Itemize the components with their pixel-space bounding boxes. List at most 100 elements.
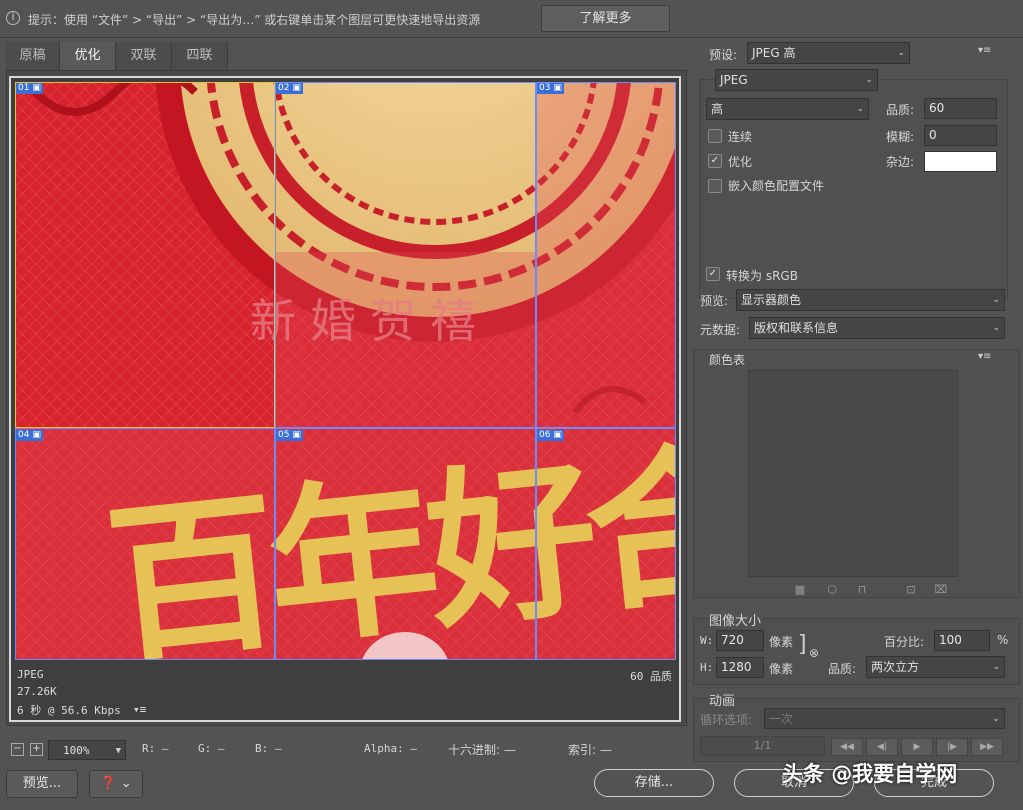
slice-box-06[interactable]	[536, 428, 676, 660]
preset-menu-icon[interactable]: ▾≡	[978, 45, 991, 56]
chevron-down-icon: ⌄	[992, 662, 1000, 672]
resample-select[interactable]: 两次立方 ⌄	[866, 656, 1005, 678]
chain-icon[interactable]: ⊗	[809, 646, 819, 660]
matte-color-swatch[interactable]	[924, 151, 997, 172]
percent-unit: %	[997, 633, 1009, 647]
status-menu-icon[interactable]: ▾≡	[133, 703, 146, 716]
tab-optimized[interactable]: 优化	[60, 42, 116, 70]
srgb-checkbox[interactable]: ✓	[706, 267, 720, 281]
help-icon: ❓	[100, 776, 117, 791]
loop-label: 循环选项:	[700, 713, 753, 727]
watermark-text: 头条 @我要自学网	[782, 762, 958, 786]
progressive-label: 连续	[728, 130, 753, 144]
chevron-down-icon: ⌄	[120, 776, 132, 791]
preset-select[interactable]: JPEG 高 ⌄	[747, 42, 910, 64]
last-frame-icon[interactable]: ▶▶	[971, 738, 1003, 756]
blur-input[interactable]: 0	[924, 125, 997, 146]
chevron-down-icon: ⌄	[992, 714, 1000, 724]
chevron-down-icon: ⌄	[865, 75, 873, 85]
slice-label-01: 01 ▣	[16, 83, 43, 94]
slice-label-03: 03 ▣	[537, 83, 564, 94]
matte-label: 杂边:	[886, 155, 915, 169]
b-readout: B: —	[255, 742, 282, 755]
chevron-down-icon: ⌄	[992, 323, 1000, 333]
new-color-icon[interactable]: ⊡	[904, 583, 918, 597]
slice-label-02: 02 ▣	[276, 83, 303, 94]
web-shift-icon[interactable]: ⬡	[825, 583, 839, 597]
embed-profile-checkbox[interactable]	[708, 179, 722, 193]
index-readout: 索引: —	[568, 743, 612, 757]
preview-image[interactable]: 新婚贺禧 百年好合 01 ▣ 02 ▣ 03 ▣ 04 ▣ 05 ▣ 06 ▣	[15, 82, 676, 660]
quality-label: 品质:	[886, 103, 915, 117]
preview-mode-label: 预览:	[700, 294, 729, 308]
tab-original[interactable]: 原稿	[6, 42, 60, 70]
quality-input[interactable]: 60	[924, 98, 997, 119]
slice-label-05: 05 ▣	[276, 430, 303, 441]
chevron-down-icon: ⌄	[897, 48, 905, 58]
tip-bar: i 提示：使用 “文件” > “导出” > “导出为…” 或右键单击某个图层可更…	[0, 0, 1023, 38]
color-table-grid[interactable]	[748, 370, 958, 577]
progressive-checkbox[interactable]	[708, 129, 722, 143]
format-select[interactable]: JPEG ⌄	[715, 69, 878, 91]
next-frame-icon[interactable]: |▶	[936, 738, 968, 756]
height-input[interactable]: 1280	[716, 657, 764, 678]
loop-select[interactable]: 一次 ⌄	[764, 708, 1005, 729]
preview-button[interactable]: 预览...	[6, 770, 78, 798]
optimized-checkbox[interactable]: ✓	[708, 154, 722, 168]
optimized-label: 优化	[728, 155, 753, 169]
status-quality: 60 品质	[630, 670, 672, 683]
preset-label: 预设:	[709, 48, 738, 62]
srgb-label: 转换为 sRGB	[726, 269, 798, 283]
zoom-select[interactable]: 100% ▼	[48, 740, 126, 760]
preview-mode-select[interactable]: 显示器颜色 ⌄	[736, 289, 1005, 311]
info-bar: − + 100% ▼ R: — G: — B: — Alpha: — 十六进制: …	[0, 737, 690, 761]
info-icon: i	[6, 11, 20, 25]
browser-preview-button[interactable]: ❓ ⌄	[89, 770, 143, 798]
status-time: 6 秒 @ 56.6 Kbps	[17, 704, 121, 717]
status-format: JPEG	[17, 668, 44, 681]
tip-text: 提示：使用 “文件” > “导出” > “导出为…” 或右键单击某个图层可更快速…	[28, 13, 481, 27]
width-input[interactable]: 720	[716, 630, 764, 651]
settings-panel: 预设: JPEG 高 ⌄ ▾≡ JPEG ⌄ 高 ⌄ 品质: 60 连续 模糊: 0 …	[690, 38, 1023, 810]
lock-icon[interactable]: ⊓	[855, 583, 869, 597]
height-label: H:	[700, 661, 714, 674]
chevron-down-icon: ⌄	[856, 104, 864, 114]
metadata-label: 元数据:	[700, 323, 741, 337]
zoom-out-icon[interactable]: −	[11, 743, 24, 756]
width-unit: 像素	[769, 635, 794, 649]
slice-box-04[interactable]	[15, 428, 275, 660]
chevron-down-icon: ⌄	[992, 295, 1000, 305]
trash-icon[interactable]: ⌧	[934, 583, 948, 597]
save-button[interactable]: 存储...	[594, 769, 714, 797]
alpha-readout: Alpha: —	[364, 742, 417, 755]
hex-readout: 十六进制: —	[448, 743, 516, 757]
slice-box-03[interactable]	[536, 82, 676, 428]
percent-label: 百分比:	[884, 635, 925, 649]
status-size: 27.26K	[17, 685, 57, 698]
color-table-menu-icon[interactable]: ▾≡	[978, 351, 991, 362]
frame-counter: 1/1	[700, 736, 825, 756]
first-frame-icon[interactable]: ◀◀	[831, 738, 863, 756]
play-icon[interactable]: ▶	[901, 738, 933, 756]
metadata-select[interactable]: 版权和联系信息 ⌄	[749, 317, 1005, 339]
height-unit: 像素	[769, 662, 794, 676]
learn-more-button[interactable]: 了解更多	[541, 5, 670, 32]
zoom-in-icon[interactable]: +	[30, 743, 43, 756]
link-icon[interactable]: ]	[798, 632, 807, 657]
g-readout: G: —	[198, 742, 225, 755]
tab-2up[interactable]: 双联	[116, 42, 172, 70]
prev-frame-icon[interactable]: ◀|	[866, 738, 898, 756]
slice-box-05[interactable]	[275, 428, 536, 660]
quality-preset-select[interactable]: 高 ⌄	[706, 98, 869, 120]
resample-label: 品质:	[828, 662, 857, 676]
embed-profile-label: 嵌入颜色配置文件	[728, 179, 825, 193]
slice-box-01[interactable]	[15, 82, 275, 428]
slice-label-04: 04 ▣	[16, 430, 43, 441]
map-color-icon[interactable]: ▩	[793, 583, 807, 597]
image-size-title: 图像大小	[709, 614, 762, 629]
color-table-title: 颜色表	[709, 353, 746, 367]
blur-label: 模糊:	[886, 130, 915, 144]
slice-box-02[interactable]	[275, 82, 536, 428]
tab-4up[interactable]: 四联	[172, 42, 228, 70]
percent-input[interactable]: 100	[934, 630, 990, 651]
